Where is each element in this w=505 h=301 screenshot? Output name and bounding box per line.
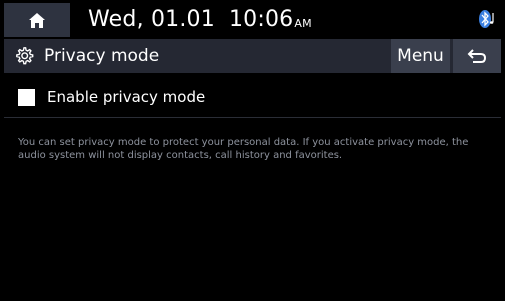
back-arrow-icon [467, 49, 487, 63]
privacy-mode-label: Enable privacy mode [47, 88, 206, 106]
ampm-label: AM [294, 17, 312, 30]
privacy-mode-checkbox[interactable] [18, 88, 35, 106]
date-label: Wed, 01.01 [88, 6, 215, 32]
bluetooth-audio-icon [477, 8, 497, 30]
title-bar: Privacy mode Menu [4, 39, 501, 73]
home-icon [29, 12, 45, 28]
privacy-mode-option[interactable]: Enable privacy mode [4, 78, 501, 116]
menu-button[interactable]: Menu [391, 39, 450, 73]
back-button[interactable] [453, 39, 501, 73]
privacy-description: You can set privacy mode to protect your… [18, 137, 469, 161]
time-label: 10:06 [228, 6, 294, 32]
divider [4, 117, 501, 118]
page-title: Privacy mode [44, 46, 160, 66]
home-button[interactable] [4, 3, 70, 37]
date-time: Wed, 01.01 10:06 AM [88, 2, 312, 36]
gear-icon [16, 47, 34, 65]
status-bar: Wed, 01.01 10:06 AM [0, 0, 505, 38]
page-title-group: Privacy mode [14, 39, 159, 73]
